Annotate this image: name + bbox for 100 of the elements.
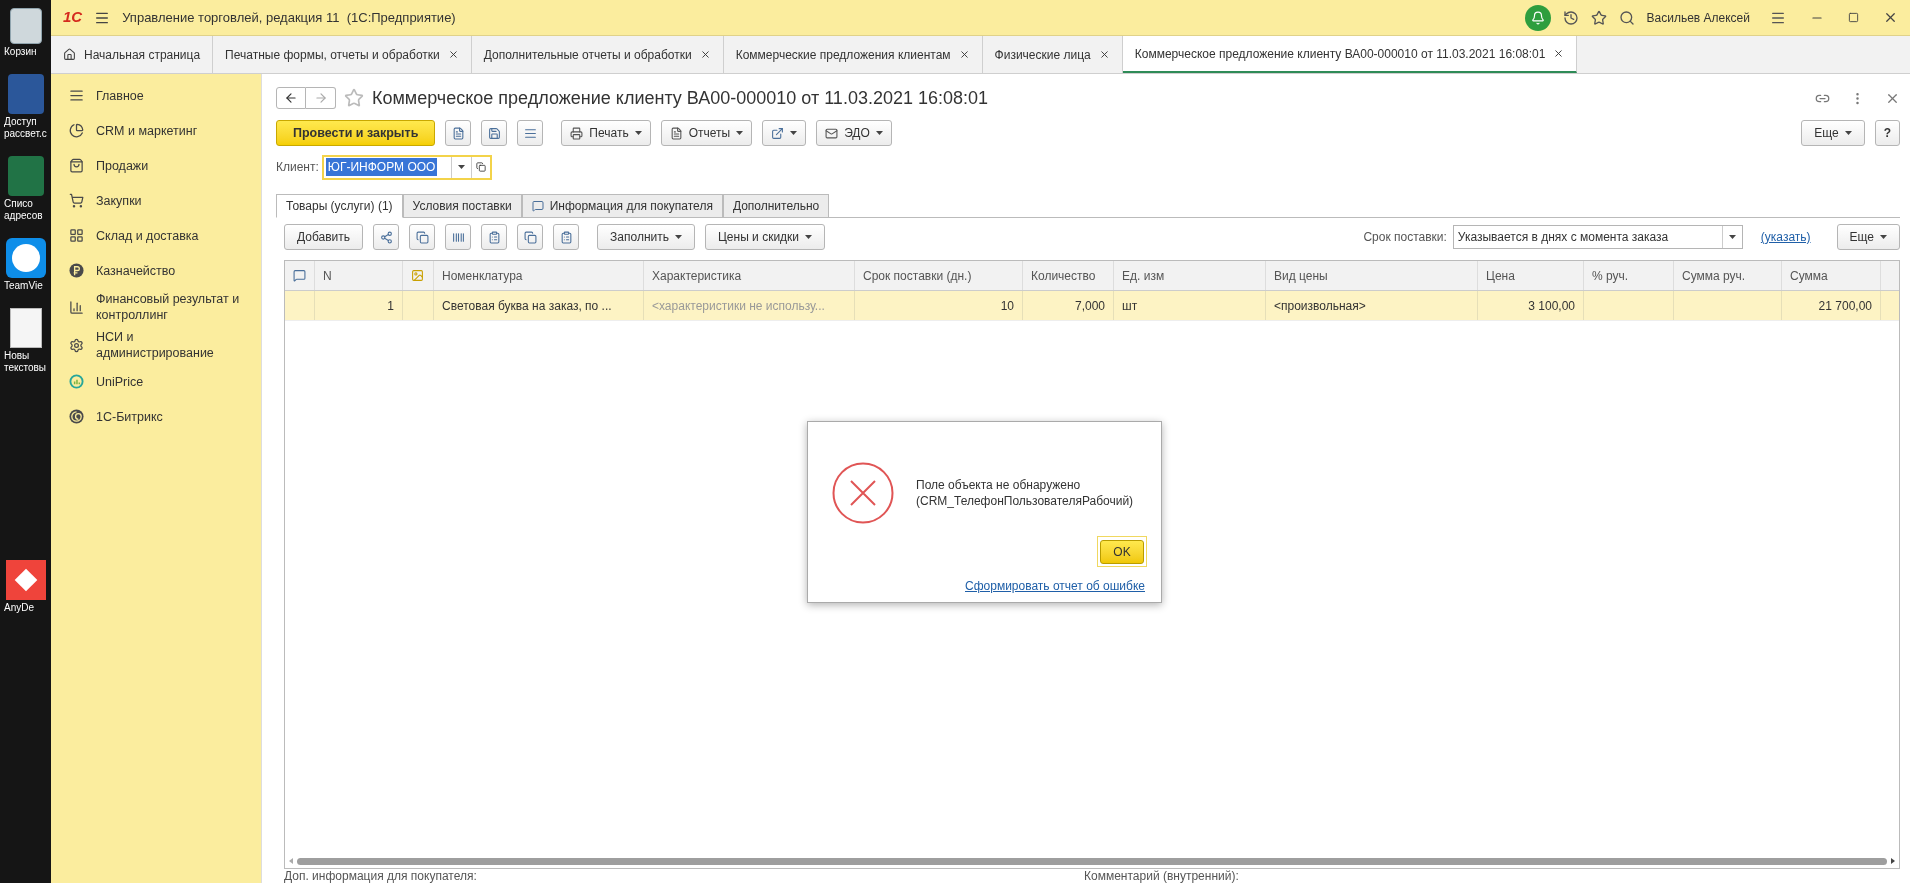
save-button[interactable] <box>481 120 508 146</box>
form-tab[interactable]: Информация для покупателя <box>521 194 723 218</box>
notification-button[interactable] <box>1524 4 1551 31</box>
column-header[interactable]: Ед. изм <box>1122 266 1165 285</box>
column-header[interactable]: Вид цены <box>1274 266 1328 285</box>
cart-icon <box>69 193 84 208</box>
sidebar-item[interactable]: 1С-Битрикс <box>51 399 261 434</box>
print-button[interactable]: Печать <box>561 120 651 146</box>
close-icon[interactable] <box>958 49 970 60</box>
fill-button[interactable]: Заполнить <box>597 224 695 250</box>
list-icon <box>523 126 537 140</box>
table-row[interactable]: 1 Световая буква на заказ, по ... <характеристики не использу... 10 7,000 шт <произвольная> 3 100,00 21 700,00 <box>285 291 1899 321</box>
sidebar-item[interactable]: CRM и маркетинг <box>51 113 261 148</box>
clipboard-button[interactable] <box>481 224 508 250</box>
share-button[interactable] <box>373 224 400 250</box>
clipboard-icon <box>487 230 501 244</box>
column-header[interactable]: N <box>323 266 332 285</box>
desktop-icon-label[interactable]: Доступ рассвет.с <box>0 116 47 140</box>
ok-button[interactable]: OK <box>1100 540 1144 564</box>
barcode-button[interactable] <box>445 224 472 250</box>
sidebar-item[interactable]: UniPrice <box>51 364 261 399</box>
close-icon[interactable] <box>1098 49 1110 60</box>
open-icon[interactable] <box>475 162 486 172</box>
delivery-term-field[interactable]: Указывается в днях с момента заказа <box>1452 225 1743 249</box>
edo-button[interactable]: ЭДО <box>816 120 892 146</box>
sidebar-item[interactable]: Продажи <box>51 148 261 183</box>
close-icon[interactable] <box>1883 10 1898 25</box>
maximize-icon[interactable] <box>1848 12 1859 23</box>
error-report-link[interactable]: Сформировать отчет об ошибке <box>965 577 1145 595</box>
star-icon[interactable] <box>344 88 364 108</box>
caret-icon <box>736 131 744 135</box>
document-icon <box>7 74 44 114</box>
prices-button[interactable]: Цены и скидки <box>704 224 826 250</box>
form-tab[interactable]: Условия поставки <box>402 194 522 218</box>
close-icon[interactable] <box>447 49 459 60</box>
more-button[interactable]: Еще <box>1836 224 1900 250</box>
paste-button[interactable] <box>553 224 580 250</box>
post-and-close-button[interactable]: Провести и закрыть <box>276 120 436 146</box>
ruble-icon <box>69 263 84 278</box>
sidebar-item[interactable]: Финансовый результат и контроллинг <box>51 288 261 326</box>
table-cell-text: 1 <box>387 297 394 315</box>
column-header[interactable]: Номенклатура <box>442 266 523 285</box>
user-name[interactable]: Васильев Алексей <box>1646 8 1750 27</box>
caret-icon <box>457 165 465 169</box>
sidebar-item[interactable]: Склад и доставка <box>51 218 261 253</box>
caret-icon <box>1844 131 1852 135</box>
field-label: Комментарий (внутренний): <box>1084 870 1239 883</box>
copy-rows-button[interactable] <box>517 224 544 250</box>
picture-icon <box>411 269 424 282</box>
history-icon[interactable] <box>1562 9 1579 26</box>
add-button[interactable]: Добавить <box>284 224 364 250</box>
field-label: Срок поставки: <box>1363 229 1447 246</box>
form-tab[interactable]: Товары (услуги) (1) <box>276 194 403 218</box>
error-icon <box>832 462 894 524</box>
grid-icon <box>69 228 84 243</box>
clipboard-icon <box>559 230 573 244</box>
help-button[interactable]: ? <box>1874 120 1900 146</box>
column-header[interactable]: % руч. <box>1592 266 1629 285</box>
close-icon[interactable] <box>699 49 711 60</box>
caret-icon <box>805 235 813 239</box>
create-based-button[interactable] <box>762 120 807 146</box>
scroll-right-icon[interactable] <box>1891 858 1895 864</box>
document-button[interactable] <box>445 120 472 146</box>
sidebar-item[interactable]: Казначейство <box>51 253 261 288</box>
form-title: Коммерческое предложение клиенту ВА00-000010 от 11.03.2021 16:08:01 <box>372 86 989 110</box>
table-cell-text: 7,000 <box>1074 297 1105 315</box>
more-button[interactable]: Еще <box>1801 120 1865 146</box>
scroll-left-icon[interactable] <box>289 858 293 864</box>
column-header[interactable]: Срок поставки (дн.) <box>863 266 972 285</box>
desktop-icon-label[interactable]: TeamVie <box>0 280 43 292</box>
search-icon[interactable] <box>1618 9 1635 26</box>
specify-link[interactable]: (указать) <box>1760 228 1811 246</box>
sidebar-item[interactable]: Закупки <box>51 183 261 218</box>
sidebar-item[interactable]: НСИ и администрирование <box>51 326 261 364</box>
copy-button[interactable] <box>409 224 436 250</box>
desktop-icon-label[interactable]: AnyDe <box>0 602 34 614</box>
star-icon[interactable] <box>1590 9 1607 26</box>
reports-button[interactable]: Отчеты <box>660 120 753 146</box>
desktop-icon-label[interactable]: Корзин <box>0 46 37 58</box>
column-header[interactable]: Характеристика <box>652 266 742 285</box>
scrollbar[interactable] <box>297 857 1887 865</box>
copy-icon <box>523 230 537 244</box>
client-field[interactable]: ЮГ-ИНФОРМ ООО <box>321 154 492 180</box>
tab-label: Начальная страница <box>84 46 201 64</box>
caret-icon <box>875 131 883 135</box>
desktop-icon-label[interactable]: Новы текстовы <box>0 350 47 374</box>
column-header[interactable]: Сумма <box>1790 266 1828 285</box>
back-button[interactable] <box>276 87 306 109</box>
list-button[interactable] <box>517 120 544 146</box>
column-header[interactable]: Количество <box>1031 266 1096 285</box>
desktop-icon-label[interactable]: Списо адресов <box>0 198 43 222</box>
sidebar-item[interactable]: Главное <box>51 78 261 113</box>
app-tab[interactable]: Коммерческое предложение клиенту ВА00-000010 от 11.03.2021 16:08:01 <box>1122 36 1578 73</box>
column-header[interactable]: Цена <box>1486 266 1515 285</box>
column-header[interactable]: Сумма руч. <box>1682 266 1746 285</box>
close-icon[interactable] <box>1553 48 1565 59</box>
bell-icon <box>1530 10 1545 25</box>
caret-icon <box>790 131 798 135</box>
form-tab[interactable]: Дополнительно <box>722 194 830 218</box>
spreadsheet-icon <box>7 156 44 196</box>
